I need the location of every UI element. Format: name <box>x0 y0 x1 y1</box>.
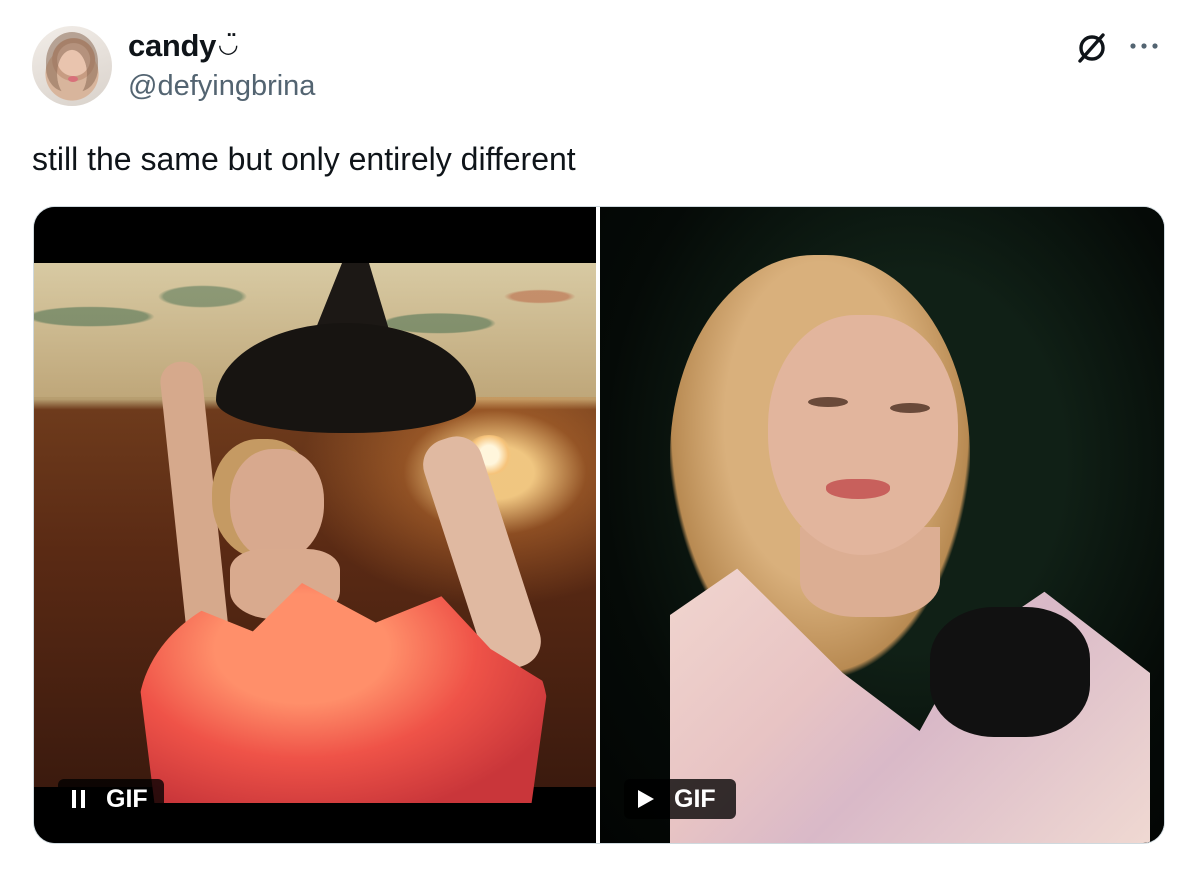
name-emoji: ◡̈ <box>219 30 238 58</box>
face <box>768 315 958 555</box>
author-display-name[interactable]: candy <box>128 28 216 64</box>
gif-right-frame <box>600 207 1164 843</box>
grok-icon[interactable] <box>1074 30 1110 66</box>
pause-icon[interactable] <box>72 790 86 808</box>
gif-label: GIF <box>674 784 716 813</box>
author-handle[interactable]: @defyingbrina <box>128 70 315 103</box>
author-avatar[interactable] <box>32 26 112 106</box>
person-head <box>230 449 324 561</box>
gif-left[interactable]: GIF <box>34 207 596 843</box>
tweet-text: still the same but only entirely differe… <box>32 141 576 177</box>
mouth <box>826 479 890 499</box>
media-grid: GIF GIF <box>33 206 1165 844</box>
avatar-lips <box>68 76 78 82</box>
gif-badge-right[interactable]: GIF <box>624 779 736 819</box>
tweet: candy ◡̈ @defyingbrina still the same bu… <box>0 0 1192 882</box>
dark-sleeve <box>930 607 1090 737</box>
gif-label: GIF <box>106 784 148 813</box>
play-icon[interactable] <box>638 790 654 808</box>
eye-left <box>808 397 848 407</box>
more-options-icon[interactable] <box>1126 34 1162 58</box>
gif-badge-left[interactable]: GIF <box>58 779 164 819</box>
eye-right <box>890 403 930 413</box>
gif-right[interactable]: GIF <box>600 207 1164 843</box>
avatar-hair <box>46 32 98 92</box>
gif-left-frame <box>34 263 596 803</box>
